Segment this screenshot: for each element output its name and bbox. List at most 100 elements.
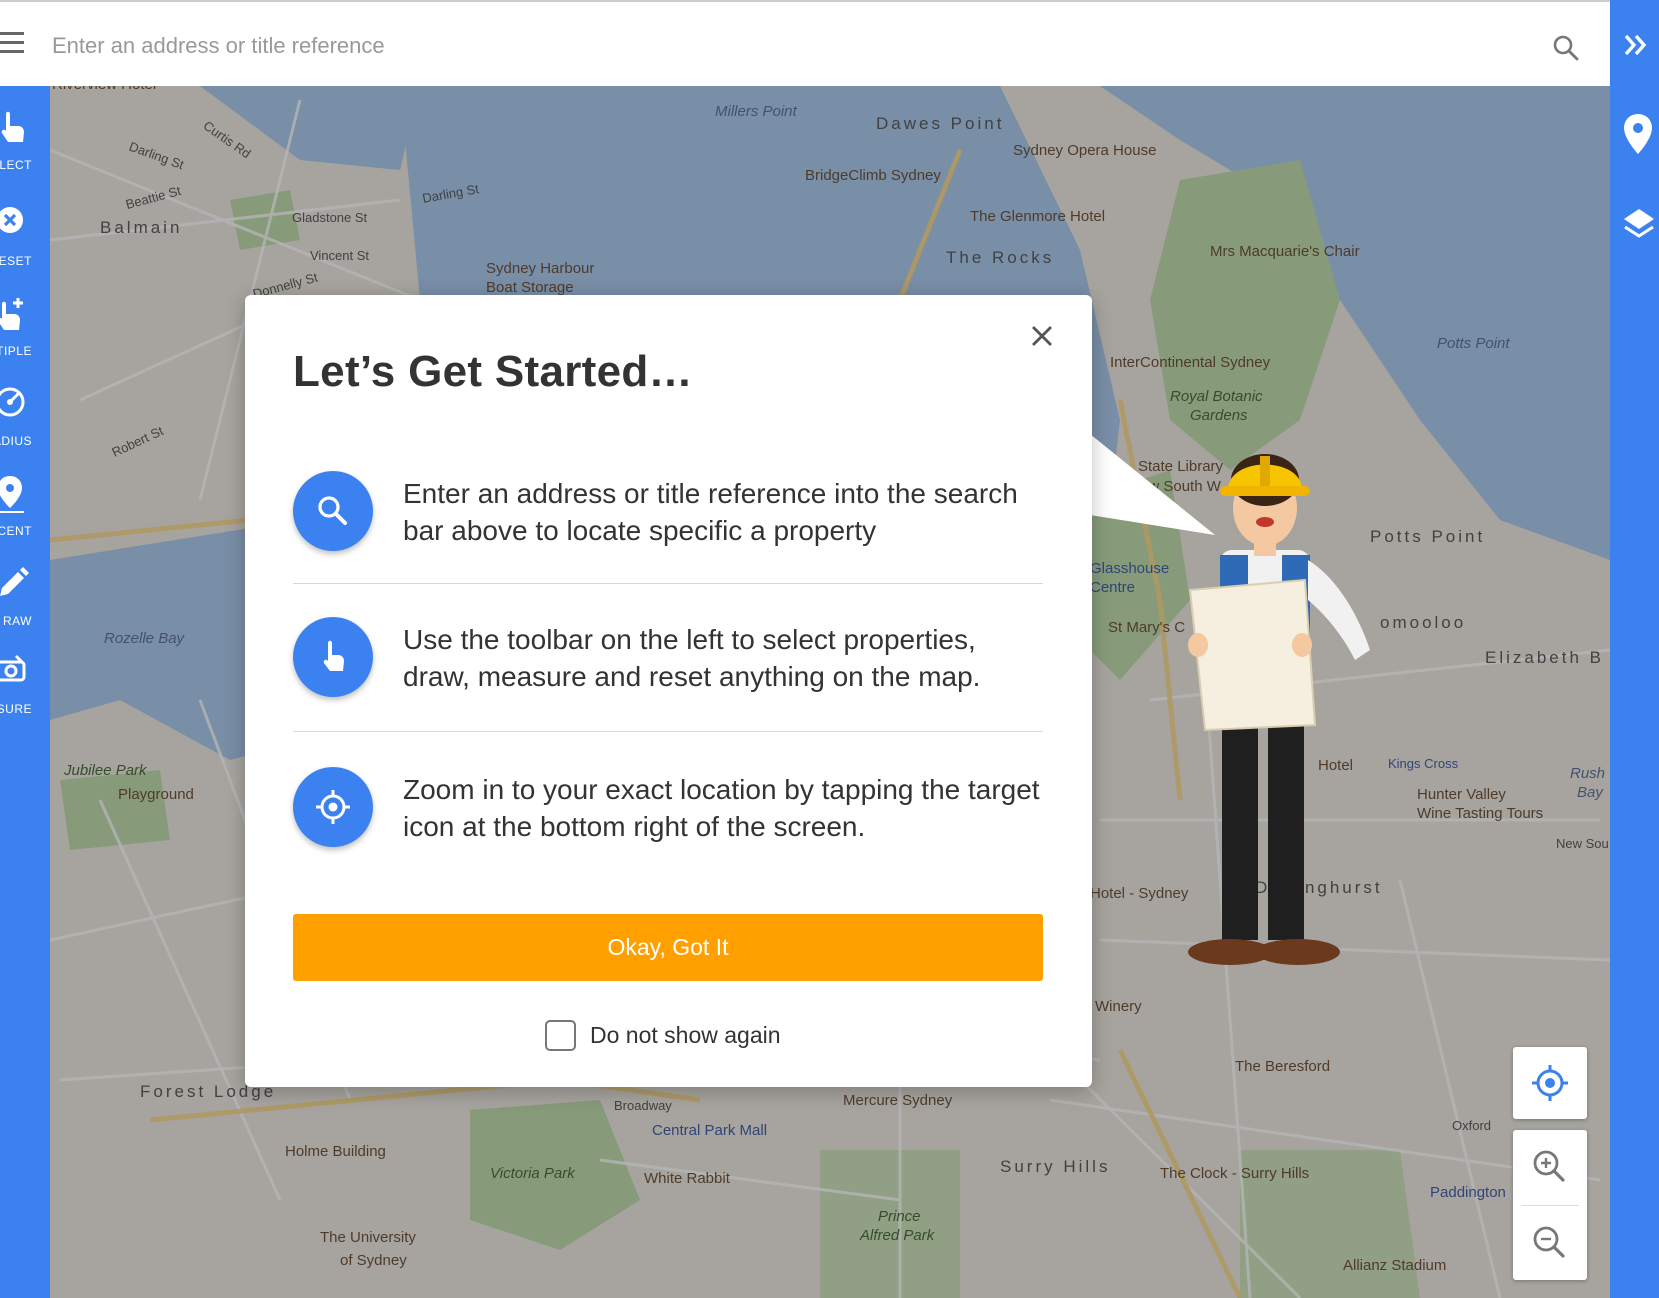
- map-label: Glasshouse: [1090, 560, 1170, 577]
- do-not-show-label: Do not show again: [590, 1021, 781, 1048]
- zoom-in-button[interactable]: [1513, 1130, 1587, 1204]
- map-label: Rush: [1570, 765, 1606, 782]
- do-not-show-checkbox[interactable]: [545, 1019, 576, 1051]
- location-pin-icon[interactable]: [1622, 112, 1654, 161]
- map-label: Dawes Point: [876, 114, 1005, 133]
- map-label: Mercure Sydney: [843, 1092, 953, 1109]
- divider: [293, 583, 1043, 584]
- zoom-in-icon: [1533, 1150, 1565, 1182]
- instruction-step: Use the toolbar on the left to select pr…: [293, 617, 1045, 727]
- step-text: Zoom in to your exact location by tappin…: [403, 774, 1040, 842]
- left-toolbar: LECT ESET LTIPLE ADIUS ACENT RAW ASURE: [0, 86, 50, 1298]
- hamburger-menu-icon[interactable]: [0, 32, 26, 54]
- map-label: Kings Cross: [1388, 756, 1459, 771]
- map-label: Allianz Stadium: [1343, 1257, 1447, 1274]
- map-label: Broadway: [614, 1098, 672, 1113]
- toolbar-label: LTIPLE: [0, 344, 32, 358]
- map-label: Victoria Park: [490, 1165, 575, 1182]
- search-icon[interactable]: [1552, 34, 1580, 62]
- adjacent-pin-icon: [0, 476, 24, 513]
- zoom-out-button[interactable]: [1513, 1206, 1587, 1280]
- map-label: Oxford: [1452, 1118, 1492, 1133]
- app-root: Riverview Hotel Millers Point Dawes Poin…: [0, 0, 1659, 1298]
- hand-pointer-icon: [1, 111, 25, 142]
- map-label: White Rabbit: [644, 1170, 730, 1187]
- toolbar-adjacent-button[interactable]: ACENT: [0, 474, 50, 554]
- do-not-show-again-option[interactable]: Do not show again: [545, 1018, 781, 1052]
- instruction-step: Enter an address or title reference into…: [293, 471, 1045, 581]
- map-label: Hunter Valley: [1417, 786, 1506, 803]
- search-icon: [318, 496, 347, 525]
- map-label: The Rocks: [946, 248, 1055, 267]
- toolbar-measure-button[interactable]: ASURE: [0, 652, 50, 732]
- map-label: Prince: [878, 1208, 921, 1225]
- map-label: Balmain: [100, 218, 183, 237]
- map-label: Potts Point: [1437, 335, 1510, 352]
- toolbar-label: ASURE: [0, 702, 32, 716]
- map-label: Rozelle Bay: [104, 630, 185, 647]
- search-bar: [0, 0, 1610, 86]
- map-label: Holme Building: [285, 1143, 386, 1160]
- map-label: of Sydney: [340, 1252, 407, 1269]
- target-icon: [1532, 1065, 1568, 1101]
- map-label: BridgeClimb Sydney: [805, 167, 941, 184]
- toolbar-radius-button[interactable]: ADIUS: [0, 384, 50, 464]
- map-label: Wine Tasting Tours: [1417, 805, 1544, 822]
- map-label: omooloo: [1380, 613, 1467, 632]
- map-label: Winery: [1095, 998, 1142, 1015]
- step-badge: [293, 471, 373, 551]
- map-label: Central Park Mall: [652, 1122, 768, 1139]
- map-label: Sydney Opera House: [1013, 142, 1157, 159]
- map-label: Hotel - Sydney: [1090, 885, 1189, 902]
- map-label: The University: [320, 1229, 416, 1246]
- map-label: Royal Botanic: [1170, 388, 1263, 405]
- divider: [293, 731, 1043, 732]
- search-input[interactable]: [52, 24, 1532, 68]
- toolbar-label: ESET: [0, 254, 32, 268]
- map-label: Gladstone St: [292, 210, 368, 225]
- toolbar-select-button[interactable]: LECT: [0, 108, 50, 188]
- multiple-select-icon: [0, 298, 23, 330]
- map-label: The Clock - Surry Hills: [1160, 1165, 1310, 1182]
- map-label: St Mary's C: [1108, 619, 1186, 636]
- right-sidebar: [1610, 0, 1659, 1298]
- toolbar-draw-button[interactable]: RAW: [0, 564, 50, 644]
- toolbar-label: LECT: [0, 158, 32, 172]
- map-label: Vincent St: [310, 248, 370, 263]
- reset-x-icon: [0, 207, 23, 233]
- toolbar-label: ACENT: [0, 524, 32, 538]
- okay-got-it-button[interactable]: Okay, Got It: [293, 914, 1043, 981]
- close-icon[interactable]: [1027, 321, 1057, 351]
- pencil-icon: [0, 567, 29, 596]
- map-label: Bay: [1577, 784, 1603, 801]
- step-badge: [293, 617, 373, 697]
- expand-chevrons-icon[interactable]: [1622, 32, 1652, 63]
- map-label: Centre: [1090, 579, 1136, 596]
- toolbar-reset-button[interactable]: ESET: [0, 204, 50, 284]
- radius-icon: [0, 387, 25, 417]
- zoom-controls: [1513, 1130, 1587, 1280]
- construction-worker-illustration: [1188, 454, 1370, 965]
- hand-pointer-icon: [323, 640, 344, 671]
- toolbar-label: ADIUS: [0, 434, 32, 448]
- measure-icon: [0, 654, 26, 682]
- map-label: Surry Hills: [1000, 1157, 1111, 1176]
- toolbar-multiple-button[interactable]: LTIPLE: [0, 294, 50, 374]
- map-label: Boat Storage: [486, 279, 574, 296]
- step-badge: [293, 767, 373, 847]
- toolbar-label: RAW: [2, 614, 32, 628]
- locate-me-button[interactable]: [1513, 1047, 1587, 1119]
- map-label: Playground: [118, 786, 194, 803]
- zoom-out-icon: [1533, 1226, 1565, 1258]
- map-label: The Glenmore Hotel: [970, 208, 1106, 225]
- step-text: Use the toolbar on the left to select pr…: [403, 624, 981, 692]
- dialog-title: Let’s Get Started…: [293, 347, 693, 396]
- map-label: Elizabeth B: [1485, 648, 1604, 667]
- map-label: Alfred Park: [860, 1227, 935, 1244]
- map-label: Mrs Macquarie's Chair: [1210, 243, 1360, 260]
- map-label: Gardens: [1190, 407, 1248, 424]
- map-label: Sydney Harbour: [486, 260, 595, 277]
- layers-icon[interactable]: [1622, 205, 1656, 250]
- map-label: The Beresford: [1235, 1058, 1331, 1075]
- map-label: Paddington: [1430, 1184, 1506, 1201]
